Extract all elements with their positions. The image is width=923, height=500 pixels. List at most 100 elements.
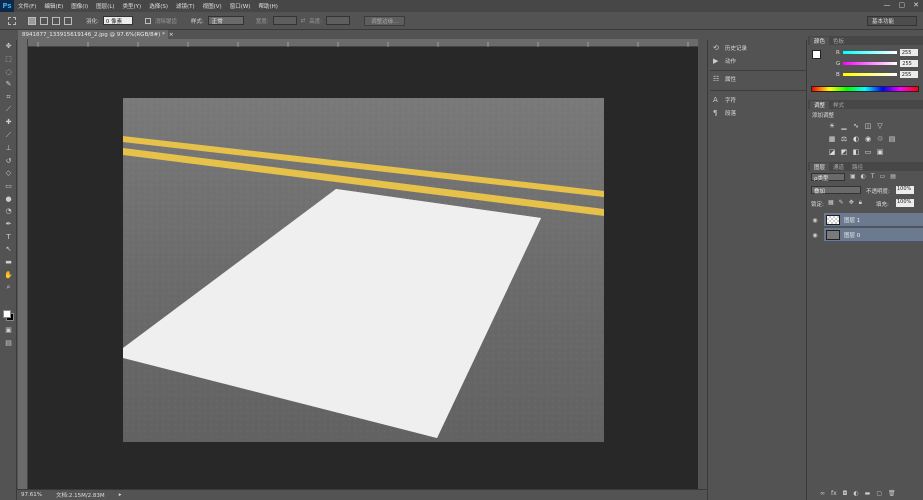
workspace-select[interactable]: 基本功能 — [867, 16, 917, 26]
crop-tool-icon[interactable]: ⌗ — [0, 91, 17, 104]
lock-pixels-icon[interactable]: ✎ — [839, 199, 844, 207]
threshold-icon[interactable]: ◧ — [852, 148, 860, 156]
zoom-level[interactable]: 97.61% — [21, 492, 42, 498]
channel-mixer-icon[interactable]: ♲ — [876, 135, 884, 143]
red-slider[interactable] — [842, 51, 897, 54]
color-fg-swatch[interactable] — [812, 50, 821, 59]
levels-icon[interactable]: ▁ — [840, 122, 848, 130]
blend-mode-select[interactable]: 叠加 — [811, 186, 861, 195]
path-select-tool-icon[interactable]: ↖ — [0, 243, 17, 256]
brightness-icon[interactable]: ☀ — [828, 122, 836, 130]
opacity-value[interactable]: 100% — [896, 186, 914, 194]
refine-edge-button[interactable]: 调整边缘... — [364, 15, 406, 26]
intersect-selection-icon[interactable] — [64, 16, 72, 25]
tab-styles[interactable]: 样式 — [829, 101, 848, 109]
document-tab[interactable]: 8941877_133915619146_2.jpg @ 97.6%(RGB/8… — [18, 30, 173, 39]
filter-pixel-icon[interactable]: ▣ — [850, 173, 856, 180]
layer-style-icon[interactable]: fx — [831, 490, 837, 497]
invert-icon[interactable]: ◪ — [828, 148, 836, 156]
color-spectrum-bar[interactable] — [811, 86, 919, 92]
dodge-tool-icon[interactable]: ◔ — [0, 205, 17, 218]
red-value[interactable]: 255 — [899, 49, 918, 56]
quick-mask-icon[interactable]: ▣ — [0, 324, 17, 337]
subtract-selection-icon[interactable] — [52, 16, 60, 25]
add-selection-icon[interactable] — [40, 16, 48, 25]
menu-type[interactable]: 类型(Y) — [119, 2, 146, 10]
new-adjustment-icon[interactable]: ◐ — [853, 490, 858, 497]
blue-slider[interactable] — [842, 73, 897, 76]
zoom-tool-icon[interactable]: ⌕ — [0, 281, 17, 294]
new-group-icon[interactable]: ▬ — [865, 490, 871, 497]
tab-paths[interactable]: 路径 — [848, 163, 867, 171]
minimize-button[interactable]: — — [884, 1, 891, 9]
antialias-checkbox[interactable] — [144, 17, 151, 24]
green-value[interactable]: 255 — [900, 60, 919, 67]
new-layer-icon[interactable]: ▢ — [876, 490, 882, 497]
layer-row[interactable]: 图层 0 — [824, 228, 923, 242]
paragraph-panel-button[interactable]: ¶ 段落 — [713, 109, 736, 117]
layer-visibility-eye-icon[interactable]: ◉ — [810, 213, 820, 227]
canvas-area[interactable] — [28, 47, 698, 489]
screen-mode-icon[interactable]: ▤ — [0, 337, 17, 350]
menu-layer[interactable]: 图层(L) — [92, 2, 118, 10]
document-size[interactable]: 文档:2.15M/2.83M — [56, 491, 105, 499]
marquee-preset-icon[interactable] — [8, 16, 16, 25]
swap-icon[interactable]: ⇄ — [301, 18, 306, 24]
fill-value[interactable]: 100% — [896, 199, 914, 207]
lock-transparent-icon[interactable]: ▦ — [828, 199, 834, 207]
maximize-button[interactable]: ▢ — [899, 1, 906, 9]
menu-select[interactable]: 选择(S) — [145, 2, 172, 10]
eraser-tool-icon[interactable]: ◇ — [0, 167, 17, 180]
eyedropper-tool-icon[interactable]: ⟋ — [0, 103, 17, 116]
layer-row[interactable]: 图层 1 — [824, 213, 923, 227]
width-input[interactable] — [272, 16, 297, 25]
quick-select-tool-icon[interactable]: ✎ — [0, 78, 17, 91]
curves-icon[interactable]: ∿ — [852, 122, 860, 130]
blur-tool-icon[interactable]: ● — [0, 192, 17, 205]
tab-layers[interactable]: 图层 — [810, 163, 830, 171]
tab-color[interactable]: 颜色 — [810, 37, 830, 45]
filter-smart-icon[interactable]: ▤ — [890, 173, 896, 180]
move-tool-icon[interactable]: ✥ — [0, 40, 17, 53]
menu-help[interactable]: 帮助(H) — [254, 2, 281, 10]
vibrance-icon[interactable]: ▽ — [876, 122, 884, 130]
color-balance-icon[interactable]: ⚖ — [840, 135, 848, 143]
photo-filter-icon[interactable]: ◉ — [864, 135, 872, 143]
feather-input[interactable]: 0 像素 — [102, 16, 133, 25]
filter-shape-icon[interactable]: ▭ — [880, 173, 886, 180]
link-layers-icon[interactable]: ∞ — [820, 490, 825, 497]
foreground-color-swatch[interactable] — [3, 310, 11, 318]
photoshop-logo[interactable]: Ps — [0, 0, 14, 12]
exposure-icon[interactable]: ◫ — [864, 122, 872, 130]
layer-visibility-eye-icon[interactable]: ◉ — [810, 228, 820, 242]
menu-edit[interactable]: 编辑(E) — [40, 2, 67, 10]
tab-swatches[interactable]: 色板 — [829, 37, 848, 45]
posterize-icon[interactable]: ◩ — [840, 148, 848, 156]
filter-type-icon[interactable]: T — [871, 173, 875, 180]
black-white-icon[interactable]: ◐ — [852, 135, 860, 143]
properties-panel-button[interactable]: ☷ 属性 — [713, 75, 736, 83]
tab-adjustments[interactable]: 调整 — [810, 101, 830, 109]
pen-tool-icon[interactable]: ✒ — [0, 218, 17, 231]
height-input[interactable] — [326, 16, 351, 25]
shape-tool-icon[interactable]: ▬ — [0, 256, 17, 269]
clone-stamp-tool-icon[interactable]: ⊥ — [0, 142, 17, 155]
filter-adjustment-icon[interactable]: ◐ — [861, 173, 866, 180]
green-slider[interactable] — [843, 62, 898, 65]
close-button[interactable]: ✕ — [913, 1, 919, 9]
lock-position-icon[interactable]: ✥ — [849, 199, 854, 207]
character-panel-button[interactable]: A 字符 — [713, 96, 736, 104]
lock-all-icon[interactable]: 🔒︎ — [859, 199, 862, 207]
menu-view[interactable]: 视图(V) — [199, 2, 226, 10]
hand-tool-icon[interactable]: ✋ — [0, 268, 17, 281]
menu-image[interactable]: 图像(I) — [67, 2, 92, 10]
delete-layer-icon[interactable]: 🗑︎ — [888, 490, 896, 497]
hue-saturation-icon[interactable]: ▦ — [828, 135, 836, 143]
layer-kind-filter[interactable]: ρ类型 — [811, 173, 845, 182]
blue-value[interactable]: 255 — [899, 71, 918, 78]
healing-brush-tool-icon[interactable]: ✚ — [0, 116, 17, 129]
history-panel-button[interactable]: ⟲ 历史记录 — [713, 44, 747, 52]
actions-panel-button[interactable]: ▶ 动作 — [713, 57, 736, 65]
menu-filter[interactable]: 滤镜(T) — [172, 2, 199, 10]
status-arrow-icon[interactable]: ▸ — [119, 492, 122, 498]
